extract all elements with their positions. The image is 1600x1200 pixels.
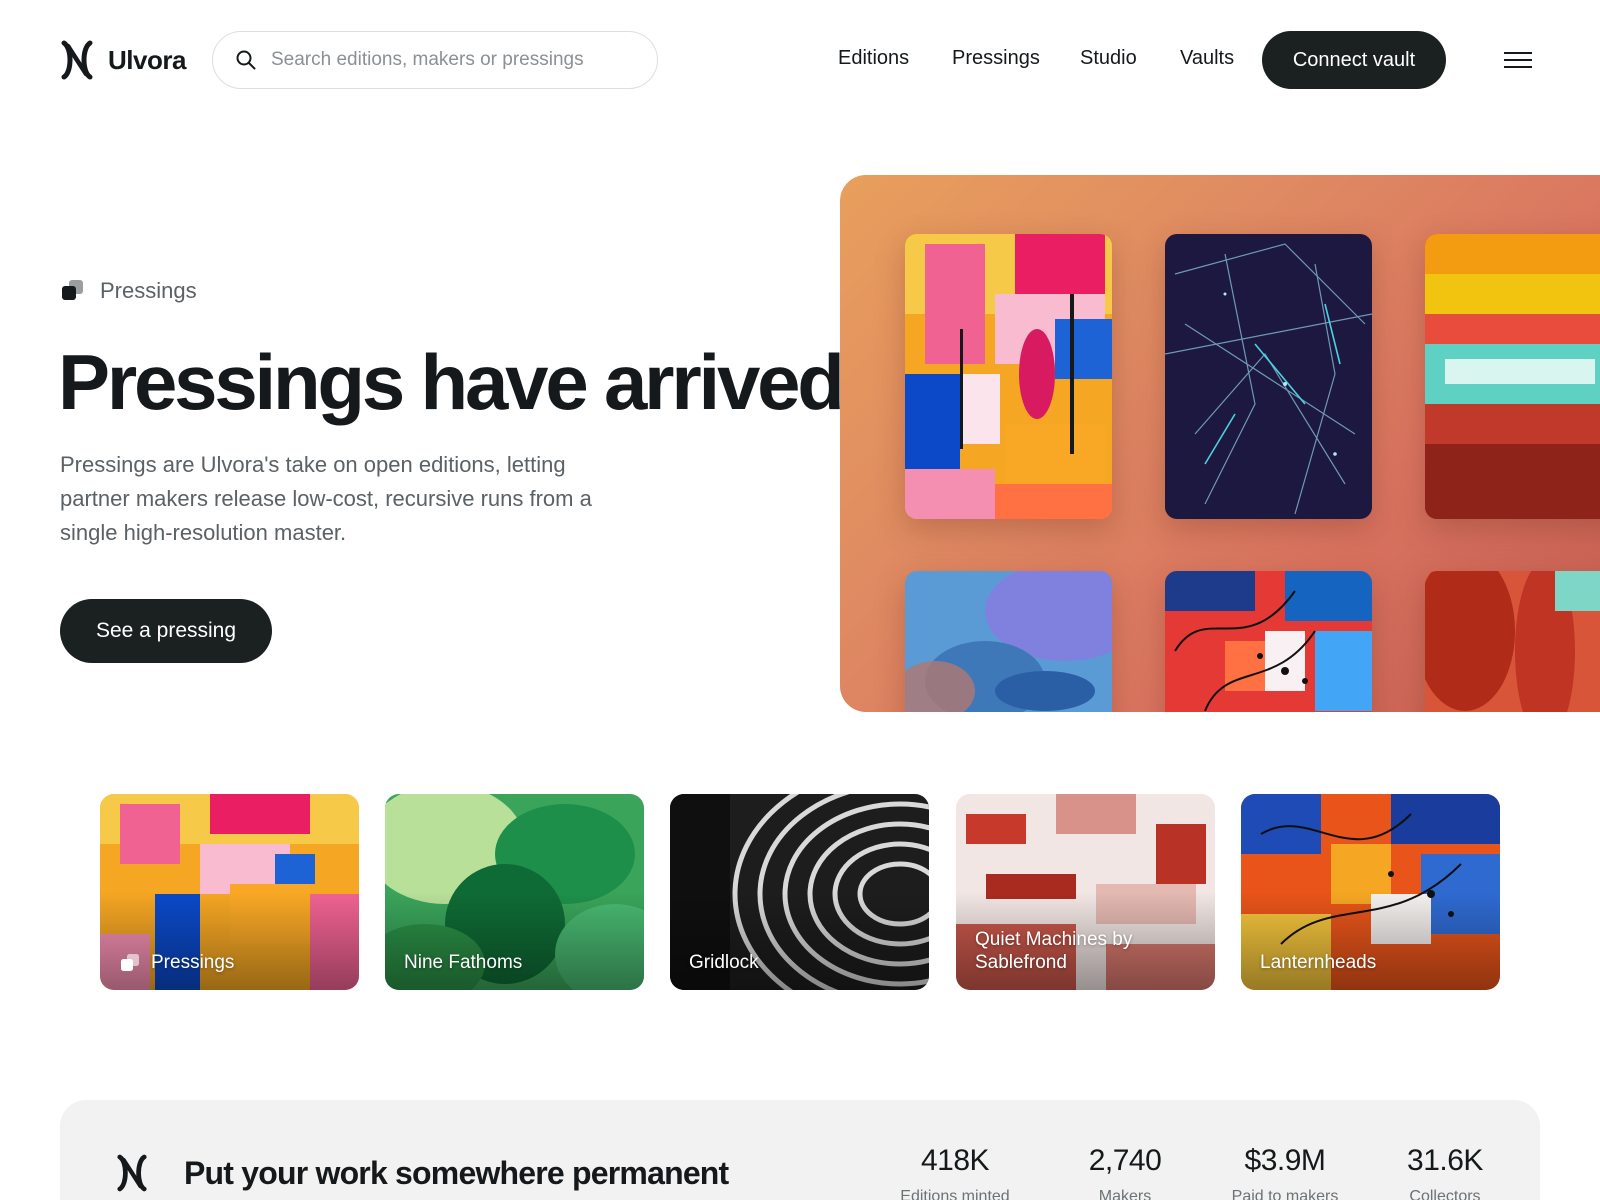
collection-card-pressings[interactable]: Pressings bbox=[100, 794, 359, 990]
brand-logo-link[interactable]: Ulvora bbox=[60, 40, 186, 80]
collection-label: Pressings bbox=[119, 951, 343, 974]
search-input[interactable] bbox=[271, 49, 631, 71]
collection-card-nine-fathoms[interactable]: Nine Fathoms bbox=[385, 794, 644, 990]
gallery-tile-artwork[interactable] bbox=[1165, 571, 1372, 712]
hero-eyebrow-label: Pressings bbox=[100, 278, 197, 303]
brand-name: Ulvora bbox=[108, 44, 186, 75]
connect-vault-button[interactable]: Connect vault bbox=[1262, 31, 1446, 89]
pressings-stack-icon bbox=[62, 280, 83, 300]
stat-editions-minted: 418K Editions minted bbox=[890, 1144, 1020, 1200]
nav-editions[interactable]: Editions bbox=[838, 47, 909, 70]
collection-title: Pressings bbox=[151, 952, 235, 973]
search-icon bbox=[236, 50, 256, 70]
collection-title: Gridlock bbox=[689, 952, 759, 973]
gallery-tile-artwork[interactable] bbox=[1425, 234, 1600, 519]
hero-title: Pressings have arrived bbox=[58, 338, 845, 426]
pressings-stack-icon bbox=[121, 953, 139, 971]
collection-card-gridlock[interactable]: Gridlock bbox=[670, 794, 929, 990]
hero-description: Pressings are Ulvora's take on open edit… bbox=[60, 452, 592, 545]
collection-label: Gridlock bbox=[689, 951, 913, 974]
nav-pressings[interactable]: Pressings bbox=[952, 47, 1040, 70]
hamburger-menu-icon[interactable] bbox=[1504, 46, 1534, 74]
gallery-tile-artwork[interactable] bbox=[1165, 234, 1372, 519]
stat-value: $3.9M bbox=[1244, 1144, 1326, 1177]
gallery-tile-artwork[interactable] bbox=[1425, 571, 1600, 712]
search-bar[interactable] bbox=[212, 31, 658, 89]
stats-band: Put your work somewhere permanent 418K E… bbox=[60, 1100, 1540, 1200]
stat-label: Makers bbox=[1098, 1188, 1152, 1200]
collection-card-quiet-machines[interactable]: Quiet Machines by Sablefrond bbox=[956, 794, 1215, 990]
ulvora-logo-icon bbox=[117, 1154, 147, 1192]
see-a-pressing-button[interactable]: See a pressing bbox=[60, 599, 272, 663]
stat-label: Paid to makers bbox=[1231, 1188, 1339, 1200]
hero-eyebrow: Pressings bbox=[60, 278, 197, 304]
collection-label: Quiet Machines by Sablefrond bbox=[975, 928, 1199, 974]
collection-title: Lanternheads bbox=[1260, 952, 1377, 973]
collection-label: Nine Fathoms bbox=[404, 951, 628, 974]
stat-value: 2,740 bbox=[1088, 1144, 1162, 1177]
collection-label: Lanternheads bbox=[1260, 951, 1484, 974]
gallery-tile-artwork[interactable] bbox=[905, 234, 1112, 519]
stat-label: Editions minted bbox=[900, 1188, 1010, 1200]
site-header: Ulvora Editions Pressings Studio Vaults … bbox=[0, 0, 1600, 120]
collection-card-lanternheads[interactable]: Lanternheads bbox=[1241, 794, 1500, 990]
nav-studio[interactable]: Studio bbox=[1080, 47, 1137, 70]
stat-collectors: 31.6K Collectors bbox=[1380, 1144, 1510, 1200]
stat-value: 31.6K bbox=[1407, 1144, 1483, 1177]
nav-vaults[interactable]: Vaults bbox=[1180, 47, 1234, 70]
stat-value: 418K bbox=[920, 1144, 990, 1177]
hero-gallery-panel bbox=[840, 175, 1600, 712]
stat-makers: 2,740 Makers bbox=[1060, 1144, 1190, 1200]
band-title: Put your work somewhere permanent bbox=[184, 1155, 729, 1191]
ulvora-logo-icon bbox=[61, 40, 93, 80]
collection-title: Quiet Machines by Sablefrond bbox=[975, 929, 1133, 973]
stat-label: Collectors bbox=[1409, 1188, 1481, 1200]
stat-paid-to-makers: $3.9M Paid to makers bbox=[1220, 1144, 1350, 1200]
gallery-tile-artwork[interactable] bbox=[905, 571, 1112, 712]
collection-title: Nine Fathoms bbox=[404, 952, 523, 973]
